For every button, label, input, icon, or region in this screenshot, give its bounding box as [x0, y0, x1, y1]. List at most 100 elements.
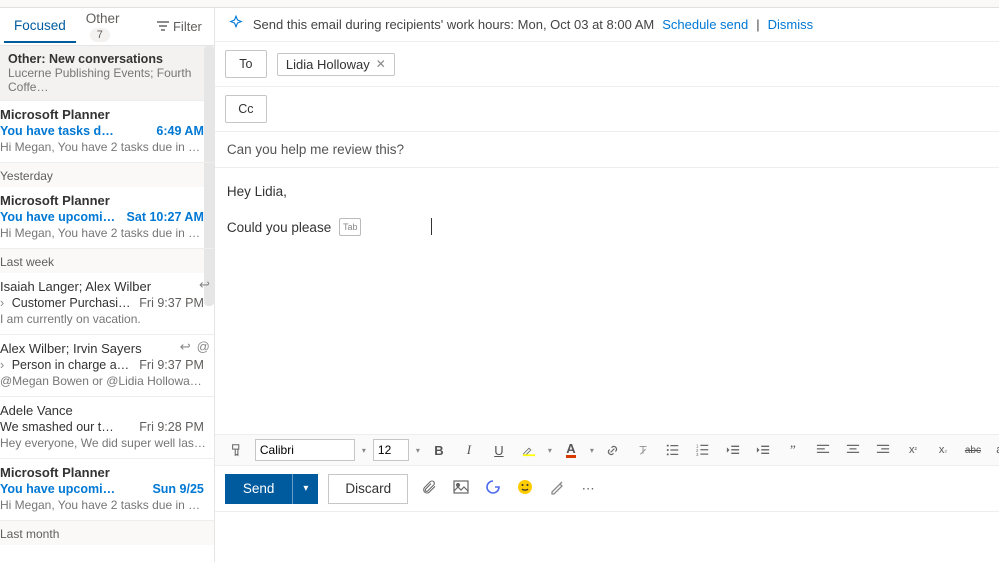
message-item[interactable]: Microsoft Planner You have upcoming t… Sa… — [0, 187, 214, 249]
remove-recipient-icon[interactable]: ✕ — [376, 57, 386, 71]
msg-from: Adele Vance — [0, 403, 206, 418]
msg-subject: We smashed our targets… — [0, 420, 120, 434]
tab-suggestion-hint: Tab — [339, 218, 362, 236]
format-painter-icon[interactable] — [225, 438, 249, 462]
tab-other[interactable]: Other 7 — [76, 3, 157, 50]
bullets-icon[interactable] — [661, 438, 685, 462]
clear-formatting-icon[interactable] — [631, 438, 655, 462]
other-new-title: Other: New conversations — [8, 52, 206, 66]
recipient-chip[interactable]: Lidia Holloway ✕ — [277, 53, 395, 76]
tab-other-label: Other — [86, 11, 120, 26]
align-right-icon[interactable] — [871, 438, 895, 462]
indent-icon[interactable] — [751, 438, 775, 462]
group-yesterday: Yesterday — [0, 163, 214, 187]
message-list[interactable]: Other: New conversations Lucerne Publish… — [0, 46, 214, 562]
tab-focused[interactable]: Focused — [4, 10, 76, 43]
msg-preview: Hi Megan, You have 2 tasks due in … — [0, 140, 206, 154]
align-center-icon[interactable] — [841, 438, 865, 462]
filter-icon — [157, 19, 169, 34]
font-family-select[interactable] — [255, 439, 355, 461]
to-button[interactable]: To — [225, 50, 267, 78]
message-list-pane: Focused Other 7 Filter Other: New conver… — [0, 8, 215, 562]
msg-time: Sat 10:27 AM — [127, 210, 206, 224]
subject-input[interactable]: Can you help me review this? — [215, 132, 999, 168]
chevron-down-icon[interactable]: ▾ — [361, 446, 367, 455]
bold-button[interactable]: B — [427, 438, 451, 462]
message-item[interactable]: ↩ Isaiah Langer; Alex Wilber › Customer … — [0, 273, 214, 335]
msg-preview: Hey everyone, We did super well las… — [0, 436, 206, 450]
case-icon[interactable]: aA — [991, 438, 999, 462]
italic-button[interactable]: I — [457, 438, 481, 462]
font-color-button[interactable]: A — [559, 438, 583, 462]
infobar-text: Send this email during recipients' work … — [253, 17, 654, 32]
msg-from: Microsoft Planner — [0, 107, 206, 122]
infobar-sep: | — [756, 17, 759, 32]
msg-from: Microsoft Planner — [0, 193, 206, 208]
send-options-chevron[interactable]: ▾ — [292, 474, 318, 504]
more-actions-icon[interactable]: ⋯ — [578, 481, 600, 497]
msg-time: 6:49 AM — [156, 124, 205, 138]
filter-label: Filter — [173, 19, 202, 34]
inbox-tabs: Focused Other 7 Filter — [0, 8, 214, 46]
font-size-select[interactable] — [373, 439, 409, 461]
message-item[interactable]: Microsoft Planner You have tasks due tod… — [0, 101, 214, 163]
chevron-down-icon[interactable]: ▾ — [547, 446, 553, 455]
sparkle-icon — [227, 14, 245, 35]
to-row: To Lidia Holloway ✕ — [215, 42, 999, 87]
reply-icon: ↩ — [199, 277, 210, 293]
group-lastmonth: Last month — [0, 521, 214, 545]
loop-component-icon[interactable] — [482, 479, 504, 498]
message-item[interactable]: ↩@ Alex Wilber; Irvin Sayers › Person in… — [0, 335, 214, 397]
mention-icon: @ — [197, 339, 210, 355]
msg-time: Sun 9/25 — [152, 482, 205, 496]
strikethrough-icon[interactable]: abc — [961, 438, 985, 462]
msg-preview: @Megan Bowen or @Lidia Hollowa… — [0, 374, 206, 388]
msg-time: Fri 9:37 PM — [139, 358, 206, 372]
svg-text:3: 3 — [696, 452, 699, 457]
editor-icon[interactable] — [546, 479, 568, 498]
chevron-down-icon[interactable]: ▾ — [415, 446, 421, 455]
filter-button[interactable]: Filter — [157, 19, 210, 34]
cc-button[interactable]: Cc — [225, 95, 267, 123]
underline-button[interactable]: U — [487, 438, 511, 462]
msg-subject: Person in charge at N… — [12, 358, 132, 372]
quote-icon[interactable]: ” — [781, 438, 805, 462]
subscript-icon[interactable]: x₂ — [931, 438, 955, 462]
msg-from: Alex Wilber; Irvin Sayers — [0, 341, 206, 356]
message-item[interactable]: Microsoft Planner You have upcoming task… — [0, 459, 214, 521]
body-line: Hey Lidia, — [227, 180, 999, 204]
emoji-icon[interactable] — [514, 479, 536, 498]
msg-preview: Hi Megan, You have 2 tasks due in … — [0, 226, 206, 240]
link-icon[interactable] — [601, 438, 625, 462]
schedule-send-infobar: Send this email during recipients' work … — [215, 8, 999, 42]
schedule-send-link[interactable]: Schedule send — [662, 17, 748, 32]
dismiss-link[interactable]: Dismiss — [768, 17, 814, 32]
other-new-conversations[interactable]: Other: New conversations Lucerne Publish… — [0, 46, 214, 101]
scrollbar[interactable] — [204, 46, 214, 306]
message-item[interactable]: Adele Vance We smashed our targets… Fri 9… — [0, 397, 214, 459]
insert-picture-icon[interactable] — [450, 479, 472, 498]
send-split-button: Send ▾ — [225, 474, 319, 504]
msg-preview: I am currently on vacation. — [0, 312, 206, 326]
discard-button[interactable]: Discard — [328, 474, 408, 504]
text-cursor-icon — [431, 218, 432, 235]
compose-pane: Send this email during recipients' work … — [215, 8, 999, 562]
send-button[interactable]: Send — [225, 474, 293, 504]
superscript-icon[interactable]: x² — [901, 438, 925, 462]
align-left-icon[interactable] — [811, 438, 835, 462]
compose-actions: Send ▾ Discard ⋯ — [215, 466, 999, 512]
other-count-badge: 7 — [90, 28, 110, 42]
outdent-icon[interactable] — [721, 438, 745, 462]
msg-preview: Hi Megan, You have 2 tasks due in … — [0, 498, 206, 512]
msg-from: Isaiah Langer; Alex Wilber — [0, 279, 206, 294]
email-body-editor[interactable]: Hey Lidia, Could you please Tab — [215, 168, 999, 434]
numbering-icon[interactable]: 123 — [691, 438, 715, 462]
highlight-button[interactable] — [517, 438, 541, 462]
recipient-name: Lidia Holloway — [286, 57, 370, 72]
msg-from: Microsoft Planner — [0, 465, 206, 480]
chevron-down-icon[interactable]: ▾ — [589, 446, 595, 455]
msg-time: Fri 9:28 PM — [139, 420, 206, 434]
msg-subject: You have upcoming t… — [0, 210, 120, 224]
attach-icon[interactable] — [418, 479, 440, 498]
msg-subject: You have upcoming task… — [0, 482, 120, 496]
